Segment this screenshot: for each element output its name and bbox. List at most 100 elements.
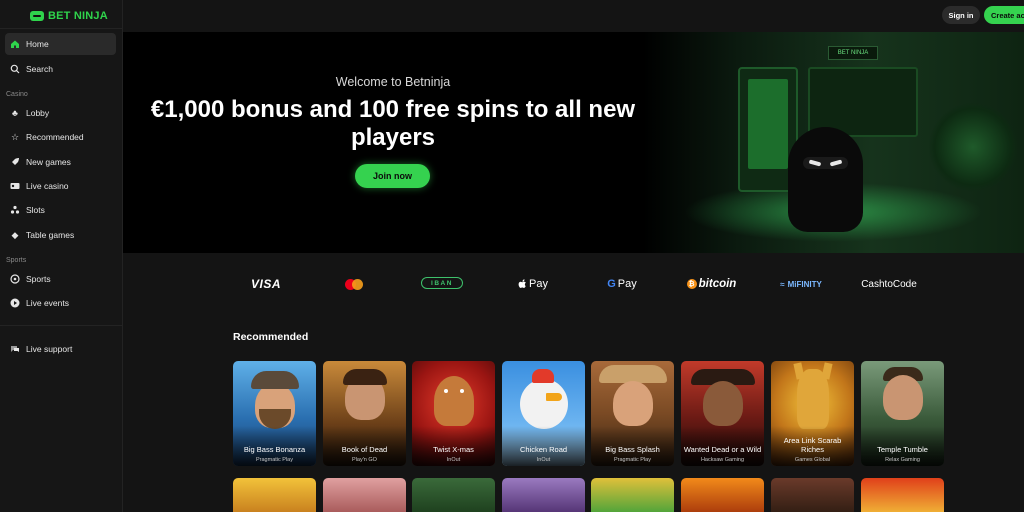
google-pay-label: Pay [617,278,637,290]
game-provider: Play'n GO [352,457,377,463]
game-provider: Pragmatic Play [256,457,293,463]
gunslinger-figure [703,381,743,426]
game-card[interactable]: Book of Dead Play'n GO [323,361,406,466]
rocket-icon [10,157,20,167]
diamond-icon: ◆ [11,229,19,240]
slots-icon [10,205,20,215]
game-card[interactable]: Chicken Road InOut [502,361,585,466]
apple-pay-logo: Pay [517,277,549,291]
apple-icon [518,279,526,288]
game-card[interactable] [412,478,495,512]
game-provider: InOut [536,457,551,463]
game-card[interactable] [861,478,944,512]
sidebar-item-label: Slots [26,205,45,215]
game-card[interactable] [323,478,406,512]
sidebar-item-search[interactable]: Search [5,58,116,80]
divider [0,325,123,326]
clubs-icon: ♣ [12,107,18,118]
iban-logo: IBAN [421,277,463,289]
brand-name: BET NINJA [48,10,108,22]
top-bar [123,0,1024,32]
game-card[interactable] [771,478,854,512]
game-provider: Games Global [794,457,831,463]
play-icon [10,298,20,308]
join-now-button[interactable]: Join now [355,164,430,188]
game-provider: InOut [446,457,461,463]
hero-title: €1,000 bonus and 100 free spins to all n… [150,96,636,151]
create-account-button[interactable]: Create account [984,6,1024,24]
beak-shape [546,393,562,401]
brand-logo[interactable]: BET NINJA [30,10,108,22]
sidebar-item-new-games[interactable]: New games [5,151,116,173]
sidebar-item-table-games[interactable]: ◆ Table games [5,224,116,246]
sidebar-item-live-support[interactable]: Live support [5,338,116,360]
google-pay-logo: G Pay [605,277,639,291]
shelf-sign: BET NINJA [828,46,878,60]
comb-shape [532,369,554,383]
chicken-figure [520,379,568,429]
star-icon: ☆ [10,131,20,142]
game-name: Chicken Road [519,445,568,454]
game-card[interactable] [233,478,316,512]
sidebar: BET NINJA Home Search Casino ♣ Lobby ☆ R… [0,0,123,512]
game-name: Temple Tumble [877,445,928,454]
game-card[interactable]: Temple Tumble Relax Gaming [861,361,944,466]
mifinity-icon: ≈ [780,279,785,289]
chat-icon [10,344,20,354]
game-name: Area Link Scarab Riches [783,436,842,454]
hero-ninja-illustration: BET NINJA [643,32,1024,253]
game-provider: Pragmatic Play [614,457,651,463]
adventurer-figure [883,375,923,420]
sidebar-item-label: Live events [26,298,69,308]
game-card[interactable] [502,478,585,512]
game-name: Big Bass Bonanza [243,445,306,454]
sidebar-item-label: Home [26,39,49,49]
sidebar-item-home[interactable]: Home [5,33,116,55]
sidebar-item-label: Recommended [26,132,84,142]
game-card[interactable] [591,478,674,512]
home-icon [10,39,20,49]
sidebar-item-sports[interactable]: Sports [5,268,116,290]
game-provider: Relax Gaming [885,457,920,463]
mastercard-logo [343,277,365,291]
sidebar-item-live-events[interactable]: Live events [5,292,116,314]
sidebar-item-recommended[interactable]: ☆ Recommended [5,126,116,148]
cashtocode-logo: CashtoCode [861,278,917,290]
game-card[interactable] [681,478,764,512]
sidebar-item-label: Table games [26,230,75,240]
sign-in-button[interactable]: Sign in [942,6,980,24]
sidebar-item-label: Live casino [26,181,69,191]
game-card[interactable]: Twist X-mas InOut [412,361,495,466]
hair-shape [343,369,387,385]
apple-pay-label: Pay [529,278,548,290]
cowboy-figure [613,381,653,426]
sidebar-item-live-casino[interactable]: Live casino [5,175,116,197]
ball-icon [10,274,20,284]
hero-welcome: Welcome to Betninja [335,75,451,89]
sidebar-item-label: Live support [26,344,73,354]
game-name: Wanted Dead or a Wild [683,445,762,454]
ninja-eyes [803,157,848,169]
section-label-casino: Casino [6,91,28,98]
game-name: Big Bass Splash [605,445,660,454]
game-card[interactable]: Area Link Scarab Riches Games Global [771,361,854,466]
divider [0,28,123,29]
section-label-sports: Sports [6,257,27,264]
sidebar-item-label: Sports [26,274,51,284]
sidebar-item-label: Lobby [26,108,50,118]
bitcoin-label: bitcoin [698,278,737,290]
sidebar-item-slots[interactable]: Slots [5,199,116,221]
mifinity-label: MiFINITY [787,279,822,289]
ninja-mask-icon [30,11,44,21]
game-card[interactable]: Wanted Dead or a Wild Hacksaw Gaming [681,361,764,466]
sidebar-item-label: Search [26,64,53,74]
game-card[interactable]: Big Bass Splash Pragmatic Play [591,361,674,466]
google-g-icon: G [607,278,616,290]
game-name: Book of Dead [341,445,388,454]
sidebar-item-lobby[interactable]: ♣ Lobby [5,102,116,124]
hat-shape [251,371,299,389]
recommended-heading: Recommended [233,331,309,343]
sidebar-item-label: New games [26,157,71,167]
game-name: Twist X-mas [433,445,474,454]
game-card[interactable]: Big Bass Bonanza Pragmatic Play [233,361,316,466]
